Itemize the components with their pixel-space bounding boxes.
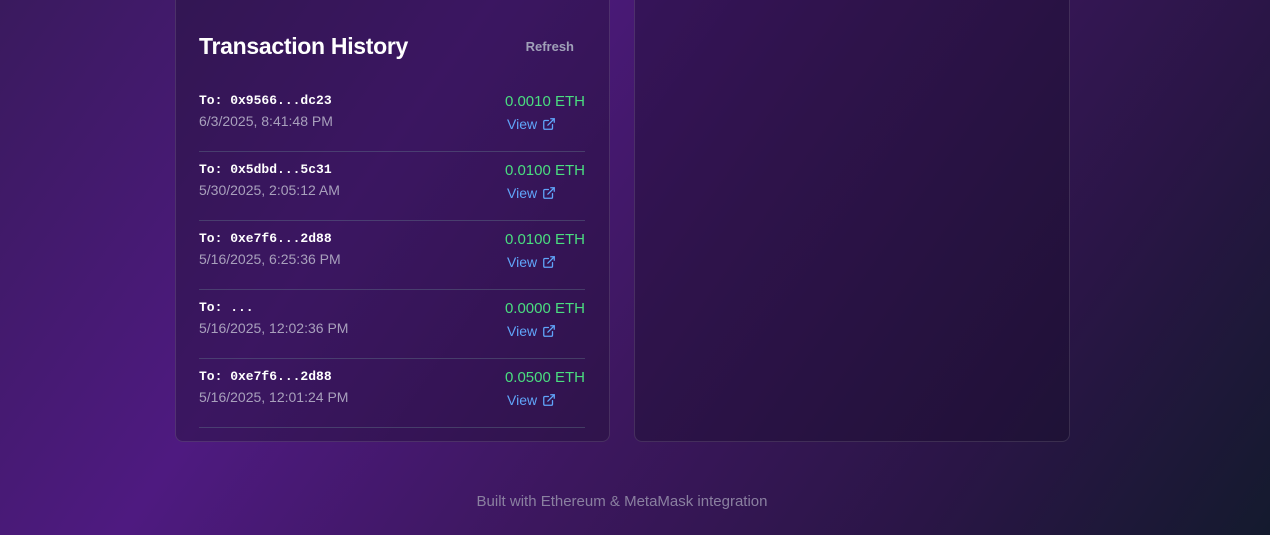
view-transaction-link[interactable]: View	[507, 323, 556, 339]
transaction-row: To: 0xe7f6...2d88 5/16/2025, 12:01:24 PM…	[199, 359, 585, 428]
transaction-amount: 0.0000 ETH	[504, 300, 585, 317]
transaction-date: 5/16/2025, 6:25:36 PM	[199, 251, 341, 267]
view-transaction-link[interactable]: View	[507, 185, 556, 201]
external-link-icon	[543, 118, 555, 130]
view-link-label: View	[507, 254, 538, 270]
view-link-label: View	[507, 185, 538, 201]
transaction-row: To: 0xe7f6...2d88 5/16/2025, 6:25:36 PM …	[199, 221, 585, 290]
transaction-recipient: To: 0xe7f6...2d88	[199, 369, 332, 384]
transaction-amount: 0.0500 ETH	[504, 369, 585, 386]
transaction-amount: 0.0100 ETH	[504, 231, 585, 248]
transaction-history-panel: Transaction History Refresh To: 0x9566..…	[175, 0, 610, 442]
footer-text: Built with Ethereum & MetaMask integrati…	[476, 493, 768, 510]
view-link-label: View	[507, 323, 538, 339]
transaction-date: 5/16/2025, 12:01:24 PM	[199, 389, 349, 405]
transaction-list: To: 0x9566...dc23 6/3/2025, 8:41:48 PM 0…	[199, 83, 585, 428]
transaction-recipient: To: ...	[199, 300, 254, 315]
transaction-history-title: Transaction History	[199, 33, 409, 59]
transaction-recipient: To: 0x9566...dc23	[199, 93, 332, 108]
view-link-label: View	[507, 392, 538, 408]
transaction-row: To: 0x5dbd...5c31 5/30/2025, 2:05:12 AM …	[199, 152, 585, 221]
transaction-date: 6/3/2025, 8:41:48 PM	[199, 113, 333, 129]
transaction-amount: 0.0010 ETH	[504, 93, 585, 110]
transaction-date: 5/16/2025, 12:02:36 PM	[199, 320, 349, 336]
refresh-button[interactable]: Refresh	[526, 39, 574, 54]
transaction-recipient: To: 0xe7f6...2d88	[199, 231, 332, 246]
transaction-amount: 0.0100 ETH	[504, 162, 585, 179]
transaction-recipient: To: 0x5dbd...5c31	[199, 162, 332, 177]
side-panel	[634, 0, 1070, 442]
view-transaction-link[interactable]: View	[507, 116, 556, 132]
external-link-icon	[543, 325, 555, 337]
view-link-label: View	[507, 116, 538, 132]
transaction-history-header: Transaction History Refresh	[199, 33, 586, 65]
transaction-date: 5/30/2025, 2:05:12 AM	[199, 182, 340, 198]
view-transaction-link[interactable]: View	[507, 392, 556, 408]
external-link-icon	[543, 256, 555, 268]
external-link-icon	[543, 187, 555, 199]
transaction-row: To: 0x9566...dc23 6/3/2025, 8:41:48 PM 0…	[199, 83, 585, 152]
view-transaction-link[interactable]: View	[507, 254, 556, 270]
external-link-icon	[543, 394, 555, 406]
transaction-row: To: ... 5/16/2025, 12:02:36 PM 0.0000 ET…	[199, 290, 585, 359]
